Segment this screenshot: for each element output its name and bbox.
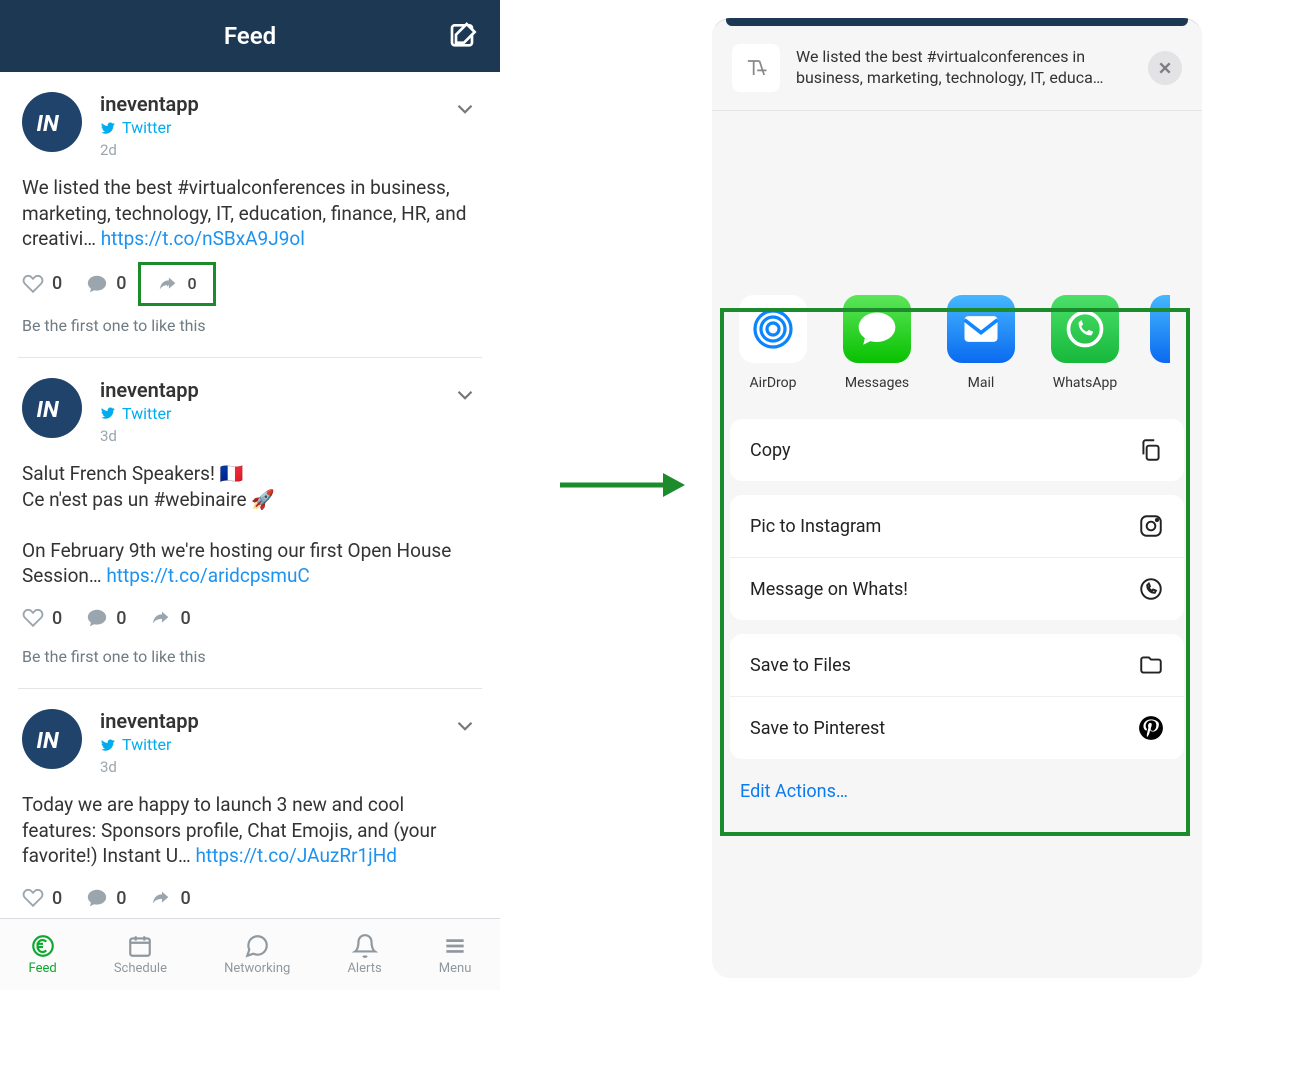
mail-icon: [959, 307, 1003, 351]
post-body: Today we are happy to launch 3 new and c…: [22, 792, 478, 869]
text-content-icon: [732, 44, 780, 92]
avatar[interactable]: IN: [22, 92, 82, 152]
post-source[interactable]: Twitter: [100, 404, 442, 423]
post-body: We listed the best #virtualconferences i…: [22, 175, 478, 252]
feed-post: IN ineventapp Twitter 3d Today we are ha…: [0, 689, 500, 917]
feed-post: IN ineventapp Twitter 3d Salut French Sp…: [0, 358, 500, 688]
share-app-messages[interactable]: Messages: [838, 295, 916, 391]
comment-icon: [86, 607, 108, 629]
like-button[interactable]: 0: [22, 607, 62, 629]
messages-icon: [855, 307, 899, 351]
compose-icon: [448, 20, 480, 52]
post-username[interactable]: ineventapp: [100, 709, 442, 733]
pinterest-icon: [1138, 715, 1164, 741]
comment-button[interactable]: 0: [86, 887, 126, 909]
post-username[interactable]: ineventapp: [100, 378, 442, 402]
tab-alerts[interactable]: Alerts: [347, 933, 381, 976]
heart-icon: [22, 887, 44, 909]
feed-screen: Feed IN ineventapp Twitter 2d: [0, 0, 500, 990]
menu-icon: [442, 933, 468, 959]
svg-text:IN: IN: [34, 110, 61, 137]
share-icon: [157, 273, 179, 295]
share-sheet-screen: We listed the best #virtualconferences i…: [712, 18, 1202, 978]
calendar-icon: [127, 933, 153, 959]
flow-arrow-icon: [555, 465, 685, 505]
whatsapp-icon: [1063, 307, 1107, 351]
share-action-pinterest[interactable]: Save to Pinterest: [730, 697, 1184, 759]
post-age: 3d: [100, 758, 442, 776]
page-title: Feed: [224, 22, 276, 50]
compose-button[interactable]: [448, 20, 480, 52]
feed-header: Feed: [0, 0, 500, 72]
chat-icon: [244, 933, 270, 959]
bell-icon: [352, 933, 378, 959]
post-link[interactable]: https://t.co/aridcpsmuC: [106, 564, 309, 587]
post-age: 2d: [100, 141, 442, 159]
tab-schedule[interactable]: Schedule: [114, 933, 167, 976]
instagram-icon: [1138, 513, 1164, 539]
post-menu-chevron-icon[interactable]: [452, 382, 478, 408]
airdrop-icon: [749, 305, 797, 353]
like-button[interactable]: 0: [22, 887, 62, 909]
share-app-airdrop[interactable]: AirDrop: [734, 295, 812, 391]
post-link[interactable]: https://t.co/nSBxA9J9ol: [101, 227, 305, 250]
comment-icon: [86, 273, 108, 295]
comment-button[interactable]: 0: [86, 273, 126, 295]
twitter-icon: [100, 405, 116, 421]
share-header: We listed the best #virtualconferences i…: [712, 26, 1202, 111]
post-menu-chevron-icon[interactable]: [452, 713, 478, 739]
share-actions-list: Copy Pic to Instagram Message on Whats! …: [730, 419, 1184, 759]
heart-icon: [22, 273, 44, 295]
share-summary-text: We listed the best #virtualconferences i…: [796, 47, 1132, 89]
share-button-highlighted[interactable]: 0: [138, 262, 215, 306]
share-app-more[interactable]: [1150, 295, 1170, 391]
twitter-icon: [100, 120, 116, 136]
tab-networking[interactable]: Networking: [224, 933, 290, 976]
share-icon: [150, 607, 172, 629]
post-source[interactable]: Twitter: [100, 118, 442, 137]
share-action-instagram[interactable]: Pic to Instagram: [730, 495, 1184, 558]
feed-post: IN ineventapp Twitter 2d We listed the b…: [0, 72, 500, 357]
folder-icon: [1138, 652, 1164, 678]
post-body: Salut French Speakers! 🇫🇷 Ce n'est pas u…: [22, 461, 478, 589]
comment-button[interactable]: 0: [86, 607, 126, 629]
tab-menu[interactable]: Menu: [439, 933, 472, 976]
bottom-tab-bar: Feed Schedule Networking Alerts Menu: [0, 918, 500, 990]
post-username[interactable]: ineventapp: [100, 92, 442, 116]
like-note: Be the first one to like this: [22, 316, 478, 349]
whatsapp-outline-icon: [1138, 576, 1164, 602]
feed-list: IN ineventapp Twitter 2d We listed the b…: [0, 72, 500, 922]
comment-icon: [86, 887, 108, 909]
twitter-icon: [100, 737, 116, 753]
post-link[interactable]: https://t.co/JAuzRr1jHd: [195, 844, 397, 867]
share-action-files[interactable]: Save to Files: [730, 634, 1184, 697]
close-icon: [1157, 60, 1173, 76]
post-source[interactable]: Twitter: [100, 735, 442, 754]
share-button[interactable]: 0: [150, 607, 190, 629]
share-button[interactable]: 0: [150, 887, 190, 909]
svg-text:IN: IN: [34, 396, 61, 423]
euro-icon: [30, 933, 56, 959]
close-button[interactable]: [1148, 51, 1182, 85]
share-app-whatsapp[interactable]: WhatsApp: [1046, 295, 1124, 391]
share-action-whats[interactable]: Message on Whats!: [730, 558, 1184, 620]
avatar[interactable]: IN: [22, 378, 82, 438]
share-icon: [150, 887, 172, 909]
share-action-copy[interactable]: Copy: [730, 419, 1184, 481]
post-age: 3d: [100, 427, 442, 445]
copy-icon: [1138, 437, 1164, 463]
share-app-mail[interactable]: Mail: [942, 295, 1020, 391]
heart-icon: [22, 607, 44, 629]
post-menu-chevron-icon[interactable]: [452, 96, 478, 122]
share-apps-row: AirDrop Messages Mail WhatsApp: [712, 271, 1202, 401]
svg-text:IN: IN: [34, 727, 61, 754]
avatar[interactable]: IN: [22, 709, 82, 769]
tab-feed[interactable]: Feed: [29, 933, 57, 976]
top-card-peek: [726, 18, 1188, 26]
like-button[interactable]: 0: [22, 273, 62, 295]
edit-actions-link[interactable]: Edit Actions…: [712, 773, 1202, 822]
like-note: Be the first one to like this: [22, 647, 478, 680]
